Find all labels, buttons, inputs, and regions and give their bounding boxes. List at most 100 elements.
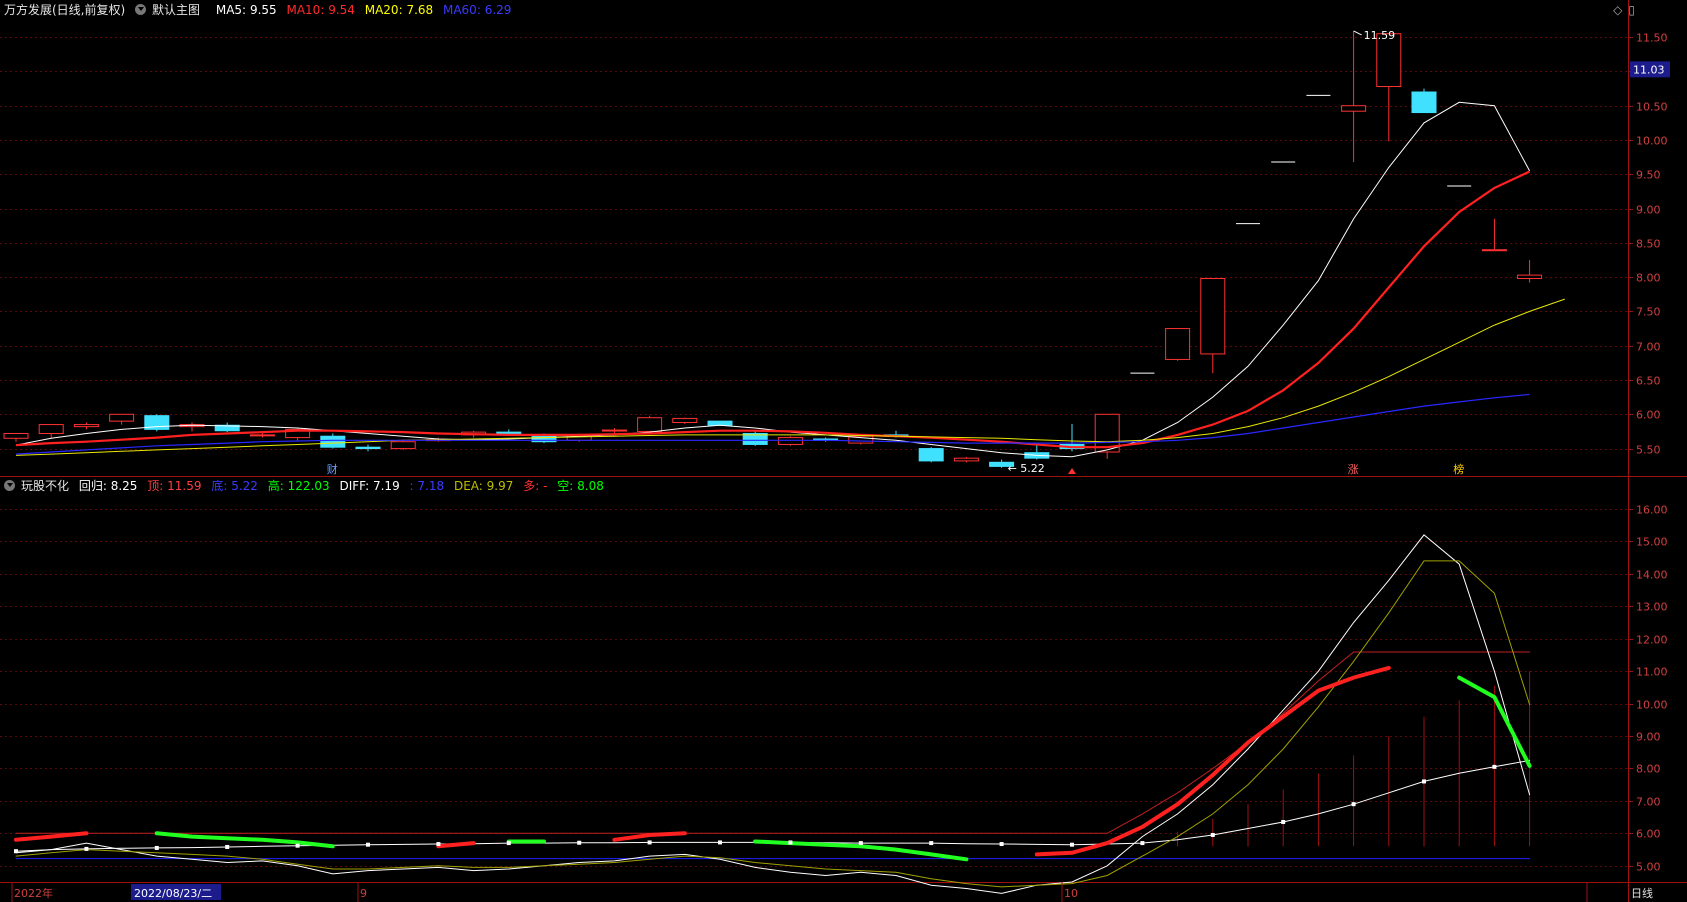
candle-body: [461, 431, 487, 436]
candle: [813, 437, 839, 442]
ma-line-ma10: [15, 170, 1531, 449]
indicator-dropdown-icon[interactable]: [4, 480, 15, 491]
chart-frame: [0, 0, 1687, 902]
candle-body: [1165, 328, 1191, 360]
unnamed-label: :: [409, 479, 414, 493]
candle-body: [1024, 452, 1050, 459]
indicator-name: 玩股不化: [21, 479, 70, 493]
indicator-line-top: [15, 651, 1531, 834]
candle: [742, 430, 768, 446]
indicator-tick-label: 11.00: [1636, 666, 1668, 679]
long-value: -: [543, 479, 548, 493]
chart-canvas[interactable]: 11.50 11.00 10.50 10.00 9.50 9.00 8.50 8.00 7.50…: [0, 0, 1687, 902]
dropdown-icon[interactable]: [135, 4, 147, 15]
candle-body: [707, 420, 733, 426]
regression-point: [366, 842, 370, 847]
regression-point: [1422, 779, 1426, 784]
main-price-axis: 11.50 11.00 10.50 10.00 9.50 9.00 8.50 8.00 7.50…: [1628, 32, 1670, 457]
candle: [1376, 33, 1402, 142]
diff-value: 7.19: [372, 479, 400, 493]
stock-title: 万方发展(日线,前复权): [4, 3, 126, 17]
candle: [672, 417, 698, 424]
candle-body: [3, 432, 29, 439]
ma-line-ma20: [15, 298, 1565, 456]
price-tick-label: 8.00: [1636, 272, 1661, 285]
time-axis: 2022年 9 10 2022/08/23/二 日线: [11, 882, 1653, 902]
ma60-label: MA60:: [442, 3, 481, 17]
ma60-value: 6.29: [484, 3, 512, 17]
ma5-value: 9.55: [249, 3, 277, 17]
unnamed-readout: : 7.18: [410, 479, 445, 493]
indicator-tick-label: 12.00: [1636, 634, 1668, 647]
top-readout: 顶: 11.59: [147, 479, 201, 493]
indicator-lines: [14, 534, 1532, 894]
indicator-line-diff: [15, 534, 1531, 894]
ma-line-ma5: [15, 101, 1531, 458]
short-value: 8.08: [577, 479, 604, 493]
candle: [566, 433, 592, 442]
chart-annotations: 11.59 ← 5.22 财 涨 榜: [327, 29, 1464, 476]
bottom-value: 5.22: [231, 479, 258, 493]
ma20-readout: MA20: 7.68: [365, 3, 433, 17]
candle-body: [109, 413, 135, 422]
candle: [390, 440, 416, 450]
price-tick-label: 8.50: [1636, 238, 1661, 251]
candle-body: [1094, 413, 1120, 453]
candle-body: [38, 424, 64, 434]
regression-point: [225, 844, 230, 849]
long-readout: 多: -: [523, 479, 547, 493]
candle: [777, 436, 803, 446]
regression-label: 回归:: [78, 479, 107, 493]
high-readout: 高: 122.03: [268, 479, 330, 493]
high-label: 高:: [267, 479, 284, 493]
dea-readout: DEA: 9.97: [454, 479, 513, 493]
dea-label: DEA:: [453, 479, 483, 493]
layout-icon[interactable]: ▯: [1628, 3, 1635, 17]
template-selector[interactable]: 默认主图: [135, 3, 210, 17]
indicator-tick-label: 14.00: [1636, 569, 1668, 582]
candle-body: [1481, 249, 1507, 252]
regression-point: [1281, 819, 1286, 824]
diamond-icon[interactable]: ◇: [1613, 3, 1622, 17]
candlestick-series: [3, 30, 1543, 468]
event-marker: 财: [327, 462, 338, 476]
candle: [601, 428, 627, 434]
time-tick-label: 10: [1064, 887, 1078, 900]
candle-body: [742, 432, 768, 445]
price-tick-label: 10.50: [1636, 101, 1668, 114]
current-price-label: 11.03: [1633, 63, 1665, 76]
regression-point: [506, 841, 511, 846]
price-tick-label: 10.00: [1636, 135, 1668, 148]
candle-body: [1059, 443, 1085, 450]
indicator-tick-label: 9.00: [1636, 731, 1661, 744]
indicator-header: 玩股不化 回归: 8.25 顶: 11.59 底: 5.22 高: 122.03…: [4, 476, 610, 496]
ma20-label: MA20:: [364, 3, 403, 17]
event-marker: 榜: [1453, 462, 1464, 476]
indicator-tick-label: 6.00: [1636, 828, 1661, 841]
candle-body: [672, 417, 698, 424]
top-label: 顶:: [147, 479, 164, 493]
low-price-label: ← 5.22: [1008, 462, 1045, 475]
regression-point: [1351, 802, 1356, 807]
main-chart-header: 万方发展(日线,前复权) 默认主图 MA5: 9.55 MA10: 9.54 M…: [4, 0, 517, 20]
candle: [1094, 413, 1120, 459]
indicator-line-regression: [15, 759, 1531, 852]
candle-body: [848, 435, 874, 444]
window-controls: ◇ ▯: [1607, 3, 1635, 17]
candle: [989, 459, 1015, 468]
candle: [1341, 30, 1367, 162]
indicator-line-long: [14, 665, 1391, 857]
indicator-tick-label: 10.00: [1636, 699, 1668, 712]
candle: [707, 420, 733, 426]
price-tick-label: 11.00: [1636, 66, 1668, 79]
candle: [109, 413, 135, 425]
candle: [531, 433, 557, 444]
price-tick-label: 7.50: [1636, 306, 1661, 319]
dea-value: 9.97: [486, 479, 514, 493]
indicator-tick-label: 13.00: [1636, 601, 1668, 614]
short-readout: 空: 8.08: [557, 479, 604, 493]
candle-body: [1341, 105, 1367, 112]
regression-point: [1492, 764, 1497, 769]
arrow-up-icon: [1068, 468, 1076, 474]
regression-point: [858, 841, 863, 846]
